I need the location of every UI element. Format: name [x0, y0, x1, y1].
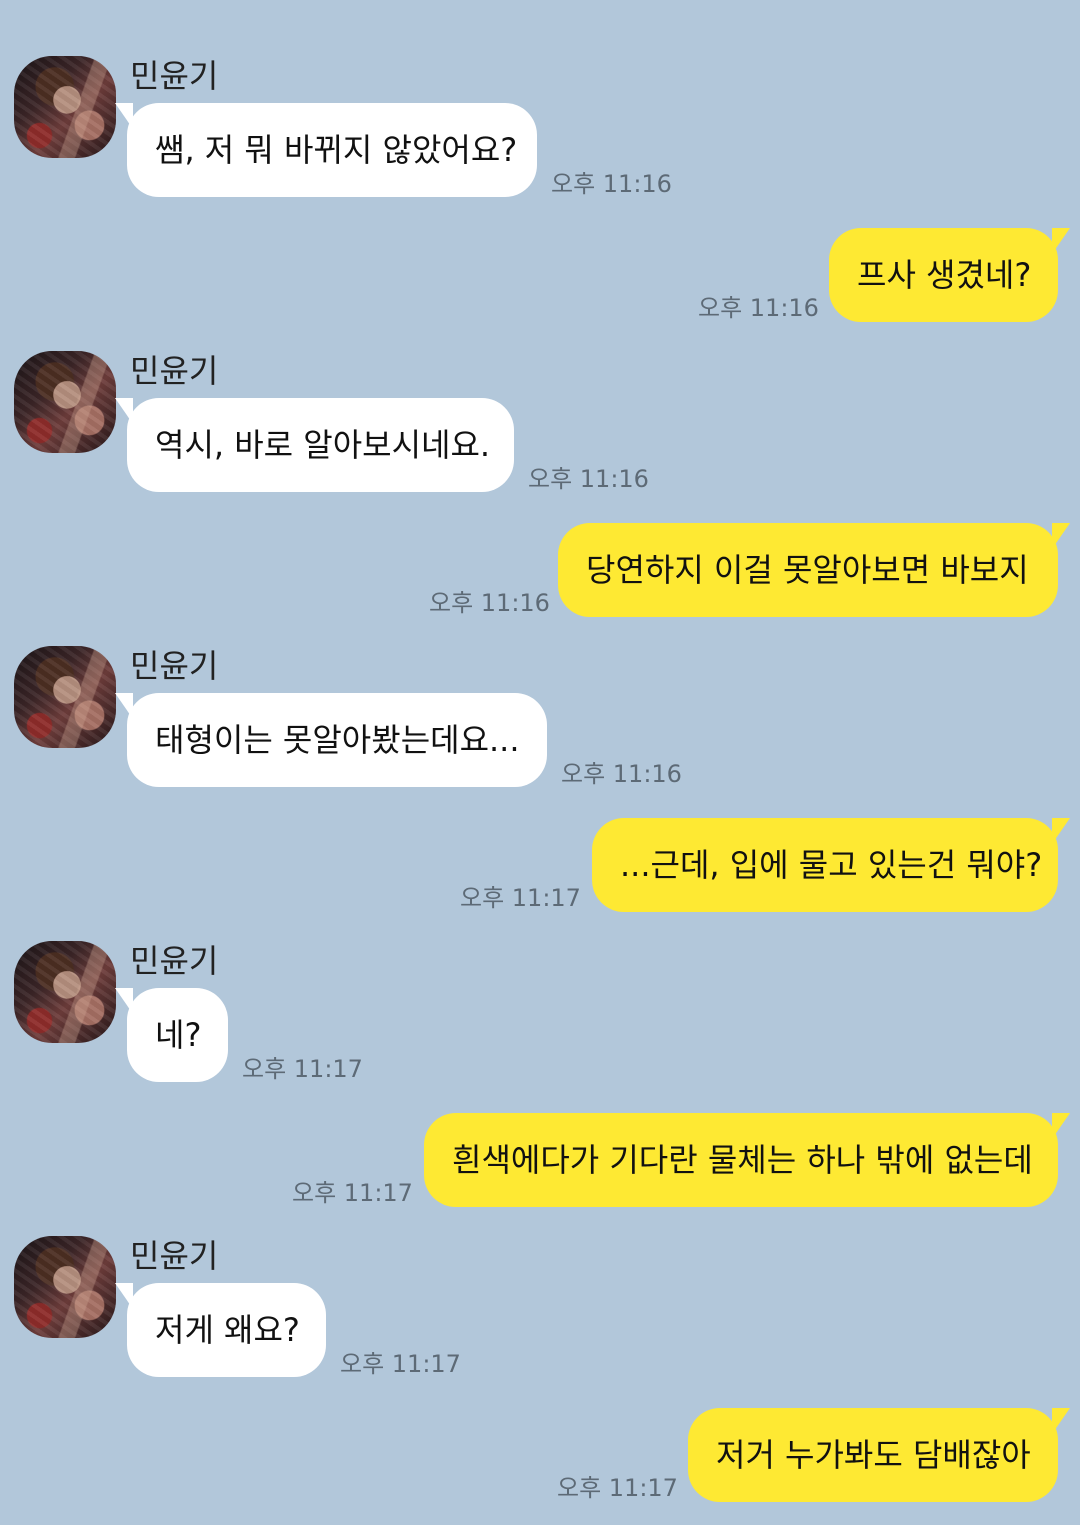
- message-time: 오후 11:17: [557, 1474, 678, 1502]
- message-time: 오후 11:16: [561, 760, 682, 788]
- incoming-message: 민윤기 역시, 바로 알아보시네요. 오후 11:16: [0, 351, 1080, 511]
- message-bubble[interactable]: 프사 생겼네?: [829, 228, 1070, 322]
- message-time: 오후 11:17: [242, 1055, 363, 1083]
- sender-name: 민윤기: [130, 647, 219, 685]
- sender-avatar[interactable]: [14, 56, 116, 158]
- message-time: 오후 11:16: [429, 589, 550, 617]
- sender-avatar[interactable]: [14, 646, 116, 748]
- outgoing-message: 프사 생겼네? 오후 11:16: [0, 228, 1080, 322]
- message-time: 오후 11:16: [551, 170, 672, 198]
- message-bubble[interactable]: 당연하지 이걸 못알아보면 바보지: [558, 523, 1070, 617]
- message-bubble[interactable]: 네?: [115, 988, 228, 1082]
- message-time: 오후 11:16: [698, 294, 819, 322]
- message-bubble[interactable]: 역시, 바로 알아보시네요.: [115, 398, 514, 492]
- sender-name: 민윤기: [130, 942, 219, 980]
- outgoing-message: 당연하지 이걸 못알아보면 바보지 오후 11:16: [0, 523, 1080, 617]
- outgoing-message: 흰색에다가 기다란 물체는 하나 밖에 없는데 오후 11:17: [0, 1113, 1080, 1207]
- outgoing-message: 저거 누가봐도 담배잖아 오후 11:17: [0, 1408, 1080, 1502]
- sender-avatar[interactable]: [14, 351, 116, 453]
- sender-name: 민윤기: [130, 57, 219, 95]
- message-bubble[interactable]: ...근데, 입에 물고 있는건 뭐야?: [592, 818, 1070, 912]
- message-time: 오후 11:17: [460, 884, 581, 912]
- message-bubble[interactable]: 흰색에다가 기다란 물체는 하나 밖에 없는데: [424, 1113, 1070, 1207]
- incoming-message: 민윤기 쌤, 저 뭐 바뀌지 않았어요? 오후 11:16: [0, 56, 1080, 216]
- message-time: 오후 11:16: [528, 465, 649, 493]
- message-bubble[interactable]: 저거 누가봐도 담배잖아: [688, 1408, 1070, 1502]
- message-bubble[interactable]: 저게 왜요?: [115, 1283, 326, 1377]
- outgoing-message: ...근데, 입에 물고 있는건 뭐야? 오후 11:17: [0, 818, 1080, 912]
- incoming-message: 민윤기 저게 왜요? 오후 11:17: [0, 1236, 1080, 1396]
- sender-name: 민윤기: [130, 1237, 219, 1275]
- sender-avatar[interactable]: [14, 941, 116, 1043]
- sender-avatar[interactable]: [14, 1236, 116, 1338]
- message-time: 오후 11:17: [292, 1179, 413, 1207]
- incoming-message: 민윤기 태형이는 못알아봤는데요... 오후 11:16: [0, 646, 1080, 806]
- message-time: 오후 11:17: [340, 1350, 461, 1378]
- message-bubble[interactable]: 태형이는 못알아봤는데요...: [115, 693, 547, 787]
- chat-room: 민윤기 쌤, 저 뭐 바뀌지 않았어요? 오후 11:16 프사 생겼네? 오후…: [0, 0, 1080, 1525]
- incoming-message: 민윤기 네? 오후 11:17: [0, 941, 1080, 1101]
- message-bubble[interactable]: 쌤, 저 뭐 바뀌지 않았어요?: [115, 103, 537, 197]
- sender-name: 민윤기: [130, 352, 219, 390]
